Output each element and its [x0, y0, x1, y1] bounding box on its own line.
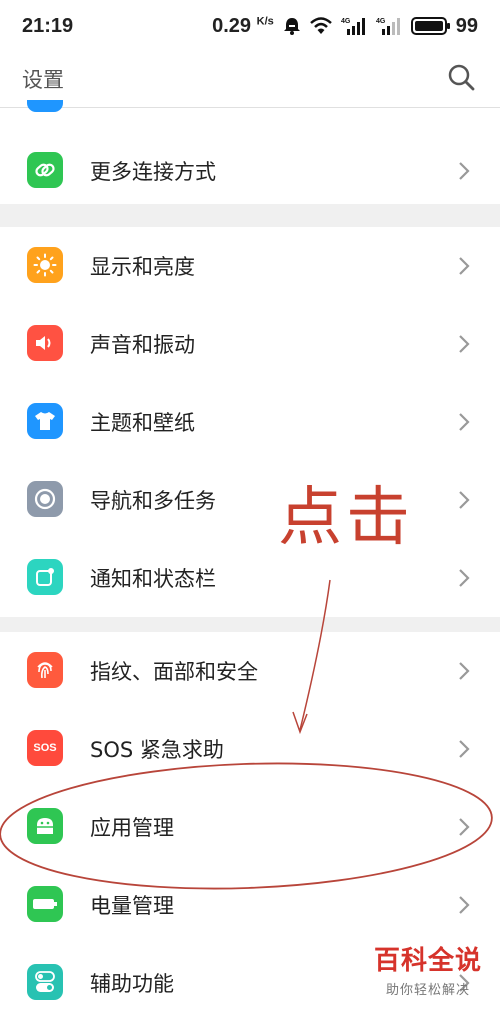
speaker-icon [27, 325, 63, 361]
chevron-right-icon [459, 413, 470, 431]
chevron-right-icon [459, 569, 470, 587]
watermark: 百科全说 助你轻松解决 [374, 940, 482, 998]
settings-item-label: 指纹、面部和安全 [90, 660, 258, 684]
search-icon[interactable] [446, 62, 476, 92]
chevron-right-icon [459, 335, 470, 353]
settings-item-display-brightness[interactable]: 显示和亮度 [0, 227, 500, 305]
chevron-right-icon [459, 162, 470, 180]
toggle-icon [27, 964, 63, 1000]
status-time: 21:19 [22, 14, 74, 37]
chevron-right-icon [459, 818, 470, 836]
settings-item-label: 辅助功能 [90, 972, 174, 996]
settings-item-app-management[interactable]: 应用管理 [0, 788, 500, 866]
page-title: 设置 [22, 68, 64, 92]
svg-text:4G: 4G [376, 18, 386, 25]
app-header: 设置 [0, 52, 500, 108]
chevron-right-icon [459, 740, 470, 758]
tshirt-icon [27, 403, 63, 439]
sun-icon [27, 247, 63, 283]
notification-icon [27, 559, 63, 595]
chevron-right-icon [459, 662, 470, 680]
watermark-subtitle: 助你轻松解决 [386, 983, 471, 998]
partial-icon [27, 100, 63, 112]
battery-icon [410, 17, 450, 35]
fingerprint-icon [27, 652, 63, 688]
settings-item-label: 电量管理 [90, 894, 174, 918]
status-bar: 21:19 0.29 K/s 4G 4G 99 [0, 0, 500, 52]
settings-item-theme-wallpaper[interactable]: 主题和壁纸 [0, 383, 500, 461]
svg-text:4G: 4G [341, 18, 351, 25]
settings-item-navigation-multitask[interactable]: 导航和多任务 [0, 461, 500, 539]
watermark-title: 百科全说 [374, 946, 483, 976]
battery-percent: 99 [455, 14, 478, 37]
sos-icon-text: SOS [33, 742, 57, 754]
settings-item-sos[interactable]: SOS SOS 紧急求助 [0, 710, 500, 788]
chevron-right-icon [459, 896, 470, 914]
android-icon [27, 808, 63, 844]
settings-item-notification-statusbar[interactable]: 通知和状态栏 [0, 539, 500, 617]
settings-item-label: 更多连接方式 [90, 160, 216, 184]
settings-section-display: 显示和亮度 声音和振动 主题和壁纸 导航和多任务 通知和状态栏 [0, 227, 500, 617]
settings-item-label: 通知和状态栏 [90, 567, 216, 591]
settings-item-sound-vibration[interactable]: 声音和振动 [0, 305, 500, 383]
network-speed: 0.29 K/s [212, 14, 274, 37]
annotation-click-text: 点击 [278, 481, 414, 555]
link-icon [27, 152, 63, 188]
navigation-icon [27, 481, 63, 517]
chevron-right-icon [459, 491, 470, 509]
signal-4g-icon: 4G [341, 18, 365, 35]
chevron-right-icon [459, 257, 470, 275]
settings-item-battery-management[interactable]: 电量管理 [0, 866, 500, 944]
signal-4g-icon: 4G [376, 18, 400, 35]
alarm-icon [283, 18, 300, 35]
wifi-icon [309, 17, 332, 34]
status-icons: 0.29 K/s 4G 4G 99 [212, 15, 478, 38]
settings-item-label: 导航和多任务 [90, 489, 216, 513]
settings-item-fingerprint-face-security[interactable]: 指纹、面部和安全 [0, 632, 500, 710]
settings-item-label: 显示和亮度 [90, 255, 195, 279]
settings-item-label: 声音和振动 [90, 333, 195, 357]
settings-item-label: SOS 紧急求助 [90, 738, 224, 762]
settings-item-more-connections[interactable]: 更多连接方式 [0, 132, 500, 210]
sos-icon: SOS [27, 730, 63, 766]
battery-saver-icon [27, 886, 63, 922]
settings-section-partial: 更多连接方式 [0, 100, 500, 204]
settings-item-label: 主题和壁纸 [90, 411, 195, 435]
settings-item-label: 应用管理 [90, 816, 174, 840]
